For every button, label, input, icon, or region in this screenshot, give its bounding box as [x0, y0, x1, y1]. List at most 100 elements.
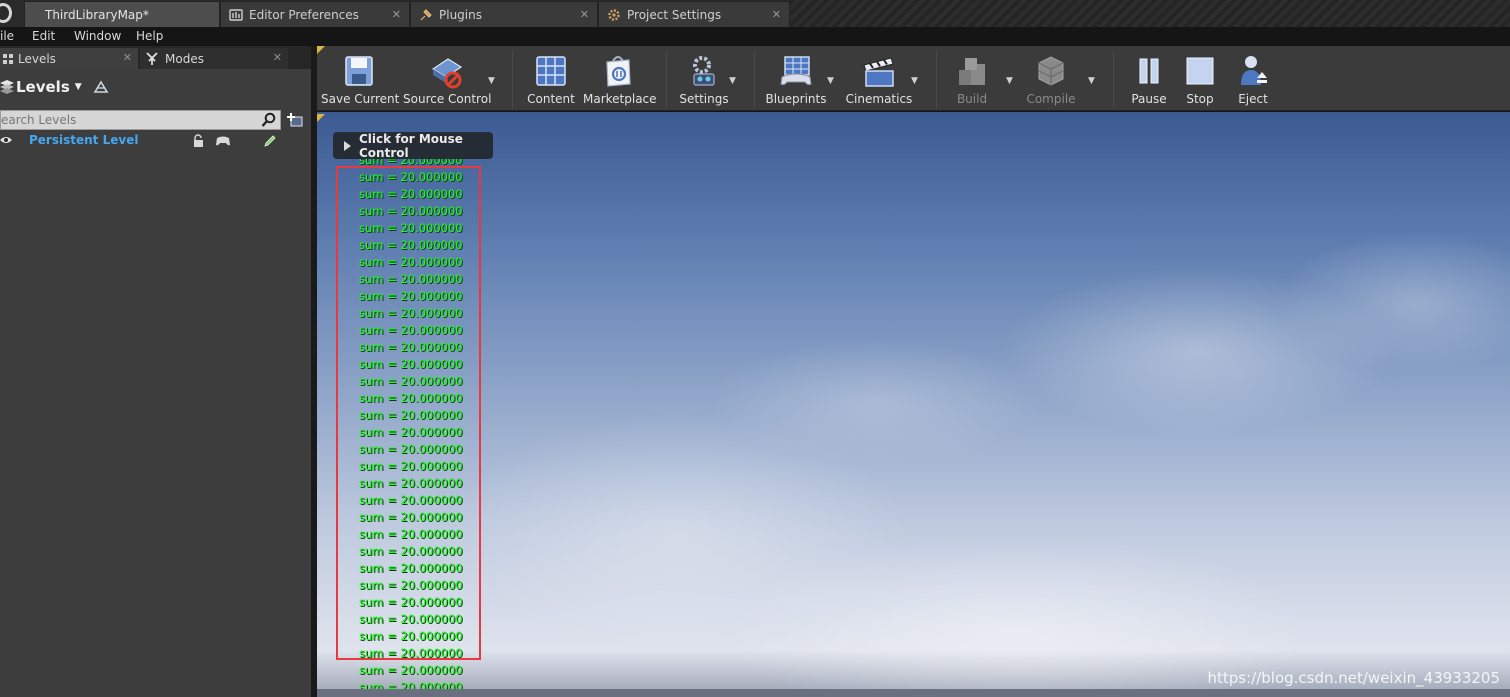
highlight-box	[336, 166, 481, 660]
tab-label: Modes	[165, 51, 204, 66]
tab-strip-background	[790, 0, 1510, 27]
levels-panel: Levels ✕ Modes ✕ Levels ▼ earch Levels P…	[0, 46, 311, 697]
chevron-down-icon: ▼	[74, 82, 82, 92]
tab-editor-preferences[interactable]: Editor Preferences ✕	[220, 1, 410, 27]
source-control-icon	[431, 58, 463, 89]
build-button[interactable]: Build	[943, 50, 1001, 108]
close-icon[interactable]: ✕	[123, 51, 132, 64]
marketplace-button[interactable]: Marketplace	[583, 50, 657, 108]
toolbar-separator	[512, 50, 513, 108]
lock-icon[interactable]	[192, 134, 206, 148]
mouse-control-button[interactable]: Click for Mouse Control	[333, 131, 493, 160]
tab-label: Editor Preferences	[249, 7, 359, 22]
compile-dropdown-icon[interactable]: ▼	[1088, 76, 1095, 86]
blueprints-button[interactable]: Blueprints	[763, 50, 829, 108]
build-icon	[959, 58, 985, 85]
toolbar-separator	[936, 50, 937, 108]
stop-label: Stop	[1186, 92, 1214, 106]
marketplace-icon	[606, 56, 631, 87]
marketplace-label: Marketplace	[583, 92, 657, 106]
unreal-logo-icon	[0, 3, 12, 23]
tab-third-library-map[interactable]: ThirdLibraryMap*	[24, 1, 220, 27]
watermark: https://blog.csdn.net/weixin_43933205	[1207, 669, 1500, 687]
toolbar-separator	[754, 50, 755, 108]
log-line: sum = 20.000000	[359, 663, 463, 677]
cinematics-icon	[863, 57, 894, 87]
gamepad-icon[interactable]	[215, 135, 231, 147]
tab-plugins[interactable]: Plugins ✕	[410, 1, 598, 27]
levels-heading: Levels	[16, 78, 70, 96]
level-viewport[interactable]: sum = 20.000000 sum = 20.000000 sum = 20.0…	[317, 112, 1510, 697]
eject-label: Eject	[1238, 92, 1268, 106]
menu-edit[interactable]: Edit	[32, 29, 55, 43]
cursor-arrow-icon	[344, 140, 351, 151]
settings-button[interactable]: Settings	[673, 50, 735, 108]
viewport-ground-strip	[317, 689, 1510, 697]
toolbar-separator	[1113, 50, 1114, 108]
search-levels-input[interactable]: earch Levels	[0, 110, 281, 130]
compile-button[interactable]: Compile	[1021, 50, 1081, 108]
blueprints-icon	[780, 56, 812, 86]
source-control-dropdown-icon[interactable]: ▼	[488, 76, 495, 86]
save-current-label: Save Current	[321, 92, 400, 106]
search-icon[interactable]	[261, 112, 277, 128]
stop-icon	[1186, 57, 1214, 85]
build-dropdown-icon[interactable]: ▼	[1006, 76, 1013, 86]
close-icon[interactable]: ✕	[772, 8, 781, 21]
pause-label: Pause	[1131, 92, 1167, 106]
content-label: Content	[527, 92, 575, 106]
eject-button[interactable]: Eject	[1229, 50, 1277, 108]
pause-icon	[1139, 58, 1159, 84]
eye-visibility-icon[interactable]	[0, 135, 12, 145]
level-details-icon[interactable]	[92, 79, 110, 95]
tab-modes[interactable]: Modes ✕	[140, 48, 288, 69]
mouse-control-label: Click for Mouse Control	[359, 131, 463, 160]
viewport-corner-marker	[317, 114, 325, 122]
levels-dropdown[interactable]: Levels ▼	[0, 74, 110, 100]
pause-button[interactable]: Pause	[1125, 50, 1173, 108]
cinematics-button[interactable]: Cinematics	[843, 50, 915, 108]
persistent-level-name: Persistent Level	[29, 133, 139, 147]
tab-project-settings[interactable]: Project Settings ✕	[598, 1, 790, 27]
tab-label: Project Settings	[627, 7, 722, 22]
levels-stack-icon	[0, 80, 14, 94]
save-current-button[interactable]: Save Current	[321, 50, 400, 108]
build-label: Build	[956, 92, 988, 106]
modes-icon	[146, 51, 158, 65]
preferences-icon	[229, 8, 243, 21]
tab-label: ThirdLibraryMap*	[45, 7, 149, 22]
settings-icon	[693, 56, 715, 86]
document-tab-strip: ThirdLibraryMap* Editor Preferences ✕ Pl…	[0, 0, 1510, 27]
compile-label: Compile	[1026, 92, 1076, 106]
plug-icon	[420, 8, 432, 20]
blueprints-dropdown-icon[interactable]: ▼	[827, 76, 834, 86]
menu-help[interactable]: Help	[136, 29, 163, 43]
stop-button[interactable]: Stop	[1177, 50, 1223, 108]
tab-label: Plugins	[439, 7, 482, 22]
cinematics-label: Cinematics	[845, 92, 913, 106]
settings-dropdown-icon[interactable]: ▼	[729, 76, 736, 86]
cinematics-dropdown-icon[interactable]: ▼	[911, 76, 918, 86]
close-icon[interactable]: ✕	[392, 8, 401, 21]
blueprints-label: Blueprints	[765, 92, 827, 106]
close-icon[interactable]: ✕	[273, 51, 282, 64]
toolbar-separator	[666, 50, 667, 108]
level-editor-toolbar: Save Current Source Control ▼ Content Ma…	[317, 46, 1510, 111]
source-control-button[interactable]: Source Control	[403, 50, 492, 108]
levels-icon	[3, 53, 13, 64]
eject-icon	[1241, 56, 1267, 85]
menu-file[interactable]: ile	[0, 29, 14, 43]
compile-icon	[1038, 56, 1064, 86]
content-button[interactable]: Content	[521, 50, 581, 108]
add-level-icon[interactable]	[286, 112, 304, 128]
menu-window[interactable]: Window	[74, 29, 121, 43]
pencil-edit-icon[interactable]	[263, 134, 277, 148]
panel-tabs: Levels ✕ Modes ✕	[0, 46, 311, 69]
content-browser-icon	[536, 56, 566, 86]
level-row-persistent[interactable]: Persistent Level	[0, 132, 311, 150]
settings-label: Settings	[679, 92, 729, 106]
save-icon	[345, 56, 373, 86]
close-icon[interactable]: ✕	[580, 8, 589, 21]
tab-levels[interactable]: Levels ✕	[0, 48, 138, 69]
source-control-label: Source Control	[403, 92, 492, 106]
